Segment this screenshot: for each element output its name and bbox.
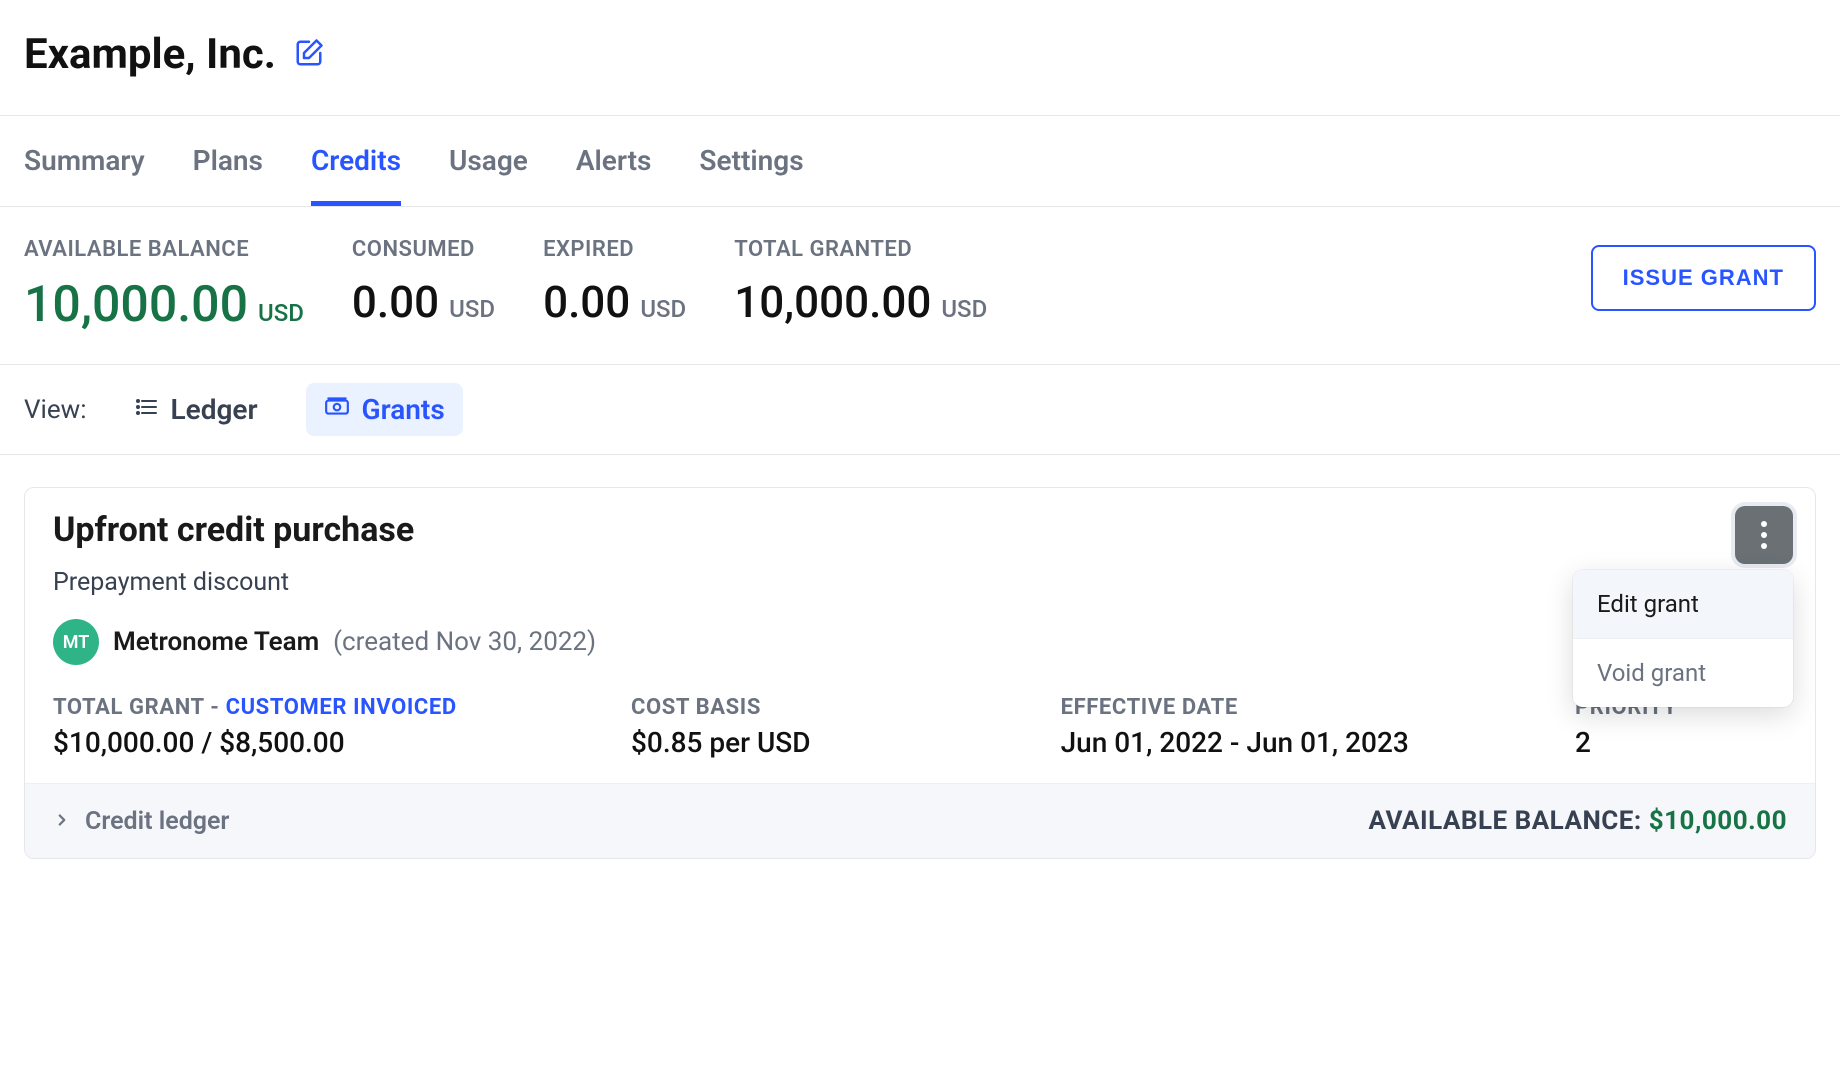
chevron-right-icon (53, 807, 71, 836)
grant-subtitle: Prepayment discount (53, 568, 1787, 597)
detail-cost-basis-label: COST BASIS (631, 695, 1013, 720)
grant-title: Upfront credit purchase (53, 510, 1787, 550)
edit-icon[interactable] (294, 38, 324, 72)
stat-available-currency: USD (258, 299, 304, 327)
stat-total-granted-value-line: 10,000.00 USD (734, 276, 987, 328)
view-bar: View: Ledger Grants (0, 365, 1840, 455)
tab-credits[interactable]: Credits (311, 116, 401, 206)
company-name: Example, Inc. (24, 30, 276, 79)
tab-settings[interactable]: Settings (699, 116, 803, 206)
detail-effective-date-value: Jun 01, 2022 - Jun 01, 2023 (1061, 726, 1409, 759)
stat-consumed-value-line: 0.00 USD (352, 276, 495, 328)
credit-ledger-label: Credit ledger (85, 807, 229, 836)
customer-invoiced-label: CUSTOMER INVOICED (226, 695, 457, 720)
issue-grant-button[interactable]: ISSUE GRANT (1591, 245, 1816, 311)
stat-available: AVAILABLE BALANCE 10,000.00 USD (24, 237, 304, 334)
stat-consumed: CONSUMED 0.00 USD (352, 237, 495, 328)
detail-total-grant-label: TOTAL GRANT - CUSTOMER INVOICED (53, 695, 583, 720)
stat-total-granted: TOTAL GRANTED 10,000.00 USD (734, 237, 987, 328)
stat-expired-label: EXPIRED (543, 237, 686, 262)
detail-priority-value: 2 (1575, 726, 1591, 759)
money-icon (324, 393, 350, 426)
tabs: Summary Plans Credits Usage Alerts Setti… (0, 116, 1840, 207)
stat-consumed-currency: USD (449, 295, 495, 323)
stat-total-granted-label: TOTAL GRANTED (734, 237, 987, 262)
detail-effective-date: EFFECTIVE DATE Jun 01, 2022 - Jun 01, 20… (1061, 695, 1527, 759)
credit-ledger-link[interactable]: Credit ledger (53, 807, 229, 836)
stat-expired: EXPIRED 0.00 USD (543, 237, 686, 328)
grant-actions-dropdown: Edit grant Void grant (1573, 570, 1793, 707)
view-option-grants-label: Grants (362, 393, 445, 426)
tab-summary[interactable]: Summary (24, 116, 145, 206)
grant-card: Upfront credit purchase Prepayment disco… (24, 487, 1816, 859)
stat-available-value-line: 10,000.00 USD (24, 276, 304, 334)
tab-plans[interactable]: Plans (193, 116, 263, 206)
created-meta: (created Nov 30, 2022) (333, 627, 596, 657)
menu-item-void-grant[interactable]: Void grant (1573, 639, 1793, 707)
grant-creator: MT Metronome Team (created Nov 30, 2022) (53, 619, 1787, 665)
detail-cost-basis: COST BASIS $0.85 per USD (631, 695, 1013, 759)
tab-usage[interactable]: Usage (449, 116, 528, 206)
detail-total-grant-value: $10,000.00 / $8,500.00 (53, 726, 345, 759)
grant-footer: Credit ledger AVAILABLE BALANCE: $10,000… (25, 783, 1815, 858)
stat-expired-value: 0.00 (543, 276, 630, 328)
menu-item-edit-grant[interactable]: Edit grant (1573, 570, 1793, 639)
grant-details: TOTAL GRANT - CUSTOMER INVOICED $10,000.… (53, 695, 1787, 759)
stat-total-granted-currency: USD (941, 295, 987, 323)
stat-expired-currency: USD (640, 295, 686, 323)
stat-total-granted-value: 10,000.00 (734, 276, 931, 328)
footer-available-value: $10,000.00 (1649, 806, 1787, 836)
footer-available-balance: AVAILABLE BALANCE: $10,000.00 (1369, 806, 1787, 836)
view-option-grants[interactable]: Grants (306, 383, 463, 436)
stat-available-value: 10,000.00 (24, 276, 248, 334)
detail-cost-basis-value: $0.85 per USD (631, 726, 811, 759)
stat-consumed-label: CONSUMED (352, 237, 495, 262)
stat-consumed-value: 0.00 (352, 276, 439, 328)
view-label: View: (24, 395, 87, 425)
detail-total-grant: TOTAL GRANT - CUSTOMER INVOICED $10,000.… (53, 695, 583, 759)
footer-available-label: AVAILABLE BALANCE: (1369, 806, 1649, 836)
kebab-menu-button[interactable] (1735, 506, 1793, 564)
view-option-ledger[interactable]: Ledger (117, 383, 276, 436)
tab-alerts[interactable]: Alerts (576, 116, 652, 206)
avatar: MT (53, 619, 99, 665)
detail-effective-date-label: EFFECTIVE DATE (1061, 695, 1527, 720)
stat-expired-value-line: 0.00 USD (543, 276, 686, 328)
view-option-ledger-label: Ledger (171, 393, 258, 426)
list-icon (135, 393, 159, 426)
creator-name: Metronome Team (113, 627, 319, 657)
stats-bar: AVAILABLE BALANCE 10,000.00 USD CONSUMED… (0, 207, 1840, 365)
stat-available-label: AVAILABLE BALANCE (24, 237, 304, 262)
total-grant-prefix: TOTAL GRANT - (53, 695, 226, 720)
